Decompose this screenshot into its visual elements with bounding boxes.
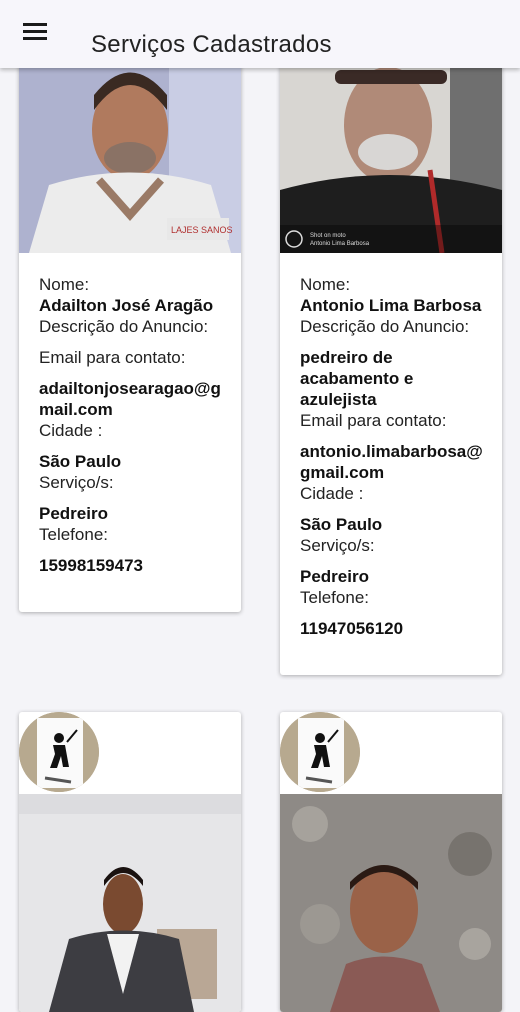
email-label: Email para contato: <box>300 411 447 430</box>
phone-value: 15998159473 <box>39 556 144 575</box>
service-value: Pedreiro <box>300 567 369 586</box>
service-card[interactable] <box>19 712 241 1012</box>
svg-text:Antonio Lima Barbosa: Antonio Lima Barbosa <box>310 241 370 247</box>
profile-photo: LAJES SANOS <box>19 40 241 253</box>
worker-avatar-icon <box>280 712 360 792</box>
svg-text:LAJES SANOS: LAJES SANOS <box>171 225 233 235</box>
service-card[interactable]: Shot on moto Antonio Lima Barbosa Nome: … <box>280 40 502 675</box>
city-label: Cidade : <box>300 484 364 503</box>
email-label: Email para contato: <box>39 348 186 367</box>
page-title: Serviços Cadastrados <box>91 31 332 58</box>
city-label: Cidade : <box>39 421 103 440</box>
description-label: Descrição do Anuncio: <box>300 317 470 336</box>
profile-photo <box>280 794 502 1012</box>
app-bar: Serviços Cadastrados <box>0 0 520 68</box>
hamburger-menu-icon[interactable] <box>22 20 48 44</box>
description-value <box>39 337 229 347</box>
service-card[interactable]: LAJES SANOS Nome: Adailton José Aragão D… <box>19 40 241 612</box>
service-label: Serviço/s: <box>39 473 114 492</box>
worker-avatar-icon <box>19 712 99 792</box>
email-value: adailtonjosearagao@gmail.com <box>39 379 221 419</box>
service-value: Pedreiro <box>39 504 108 523</box>
profile-photo: Shot on moto Antonio Lima Barbosa <box>280 40 502 253</box>
description-value: pedreiro de acabamento e azulejista <box>300 348 414 409</box>
email-value: antonio.limabarbosa@gmail.com <box>300 442 483 482</box>
description-label: Descrição do Anuncio: <box>39 317 209 336</box>
phone-label: Telefone: <box>39 525 108 544</box>
name-value: Antonio Lima Barbosa <box>300 296 482 315</box>
service-card[interactable] <box>280 712 502 1012</box>
phone-value: 11947056120 <box>300 619 404 638</box>
city-value: São Paulo <box>39 452 122 471</box>
name-label: Nome: <box>300 275 351 294</box>
name-value: Adailton José Aragão <box>39 296 214 315</box>
svg-text:Shot on moto: Shot on moto <box>310 233 346 239</box>
profile-photo <box>19 794 241 1012</box>
service-label: Serviço/s: <box>300 536 375 555</box>
name-label: Nome: <box>39 275 90 294</box>
city-value: São Paulo <box>300 515 383 534</box>
phone-label: Telefone: <box>300 588 369 607</box>
